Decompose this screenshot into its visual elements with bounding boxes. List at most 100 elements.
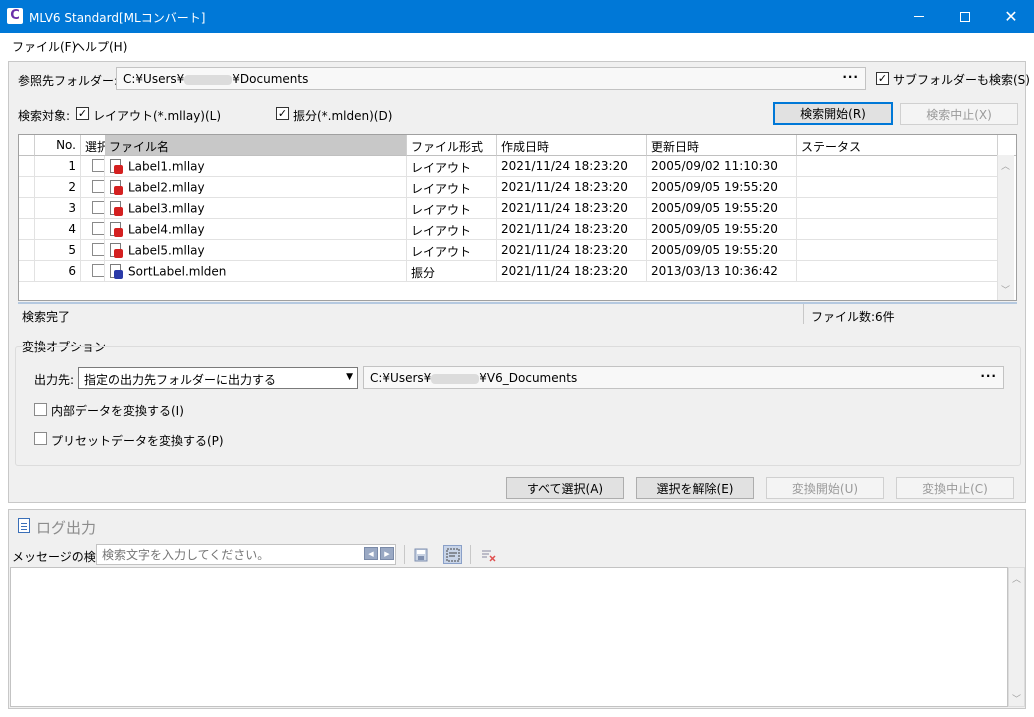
scroll-down-icon[interactable]: ﹀ (1001, 283, 1010, 296)
cell-no: 2 (35, 177, 81, 198)
cell-filetype: 振分 (407, 261, 497, 282)
cell-filetype: レイアウト (407, 240, 497, 261)
cell-no: 5 (35, 240, 81, 261)
preset-data-label: プリセットデータを変換する(P) (51, 434, 224, 448)
minimize-button[interactable] (896, 0, 942, 33)
check-icon: ✓ (77, 107, 88, 120)
filename-text: Label5.mllay (128, 243, 205, 258)
col-filetype[interactable]: ファイル形式 (407, 135, 497, 156)
row-select-checkbox[interactable] (92, 264, 104, 277)
search-prev-icon[interactable]: ◀ (364, 547, 378, 560)
cell-select[interactable] (81, 219, 105, 240)
preset-data-checkbox[interactable] (34, 432, 47, 445)
scroll-down-icon[interactable]: ﹀ (1012, 692, 1021, 705)
subfolder-checkbox[interactable]: ✓ (876, 72, 889, 85)
table-row[interactable]: 4 Label4.mllay レイアウト 2021/11/24 18:23:20 200… (19, 219, 998, 240)
search-target-label: 検索対象: (18, 109, 71, 123)
col-no[interactable]: No. (35, 135, 81, 156)
col-created[interactable]: 作成日時 (497, 135, 647, 156)
cell-select[interactable] (81, 261, 105, 282)
log-title: ログ出力 (36, 519, 97, 537)
cell-select[interactable] (81, 156, 105, 177)
cell-status (797, 240, 998, 261)
menu-help[interactable]: ヘルプ(H) (73, 38, 127, 55)
cell-filetype: レイアウト (407, 198, 497, 219)
cell-created: 2021/11/24 18:23:20 (497, 261, 647, 282)
cell-select[interactable] (81, 177, 105, 198)
convert-stop-button[interactable]: 変換中止(C) (896, 477, 1014, 499)
row-header[interactable] (19, 156, 35, 177)
toolbar-separator (404, 545, 405, 564)
col-filename[interactable]: ファイル名 (105, 135, 407, 156)
table-row[interactable]: 1 Label1.mllay レイアウト 2021/11/24 18:23:20 200… (19, 156, 998, 177)
output-label: 出力先: (34, 373, 75, 387)
layout-file-icon (109, 243, 123, 259)
search-start-button[interactable]: 検索開始(R) (773, 102, 893, 125)
cell-select[interactable] (81, 240, 105, 261)
browse-output-button[interactable]: ··· (980, 369, 997, 383)
cell-created: 2021/11/24 18:23:20 (497, 240, 647, 261)
scroll-up-icon[interactable]: ︿ (1001, 159, 1010, 172)
row-select-checkbox[interactable] (92, 243, 104, 256)
message-search-input[interactable] (96, 544, 396, 565)
cell-updated: 2013/03/13 10:36:42 (647, 261, 797, 282)
toolbar-separator (470, 545, 471, 564)
word-wrap-icon[interactable] (443, 545, 462, 564)
select-all-button[interactable]: すべて選択(A) (506, 477, 624, 499)
clear-log-icon[interactable] (478, 545, 497, 564)
row-select-checkbox[interactable] (92, 180, 104, 193)
title-bar: C MLV6 Standard[MLコンバート] ✕ (0, 0, 1034, 33)
status-text: 検索完了 (22, 310, 71, 324)
internal-data-checkbox[interactable] (34, 403, 47, 416)
internal-data-label: 内部データを変換する(I) (51, 404, 184, 418)
close-button[interactable]: ✕ (988, 0, 1034, 33)
subfolder-label: サブフォルダーも検索(S) (893, 73, 1030, 87)
table-row[interactable]: 5 Label5.mllay レイアウト 2021/11/24 18:23:20 200… (19, 240, 998, 261)
table-row[interactable]: 2 Label2.mllay レイアウト 2021/11/24 18:23:20 200… (19, 177, 998, 198)
search-next-icon[interactable]: ▶ (380, 547, 394, 560)
row-select-checkbox[interactable] (92, 201, 104, 214)
layout-file-icon (109, 180, 123, 196)
check-icon: ✓ (277, 107, 288, 120)
row-select-checkbox[interactable] (92, 222, 104, 235)
output-path-suffix: ¥V6_Documents (479, 371, 578, 385)
cell-no: 1 (35, 156, 81, 177)
ref-folder-path[interactable]: C:¥Users¥ ¥Documents ··· (116, 67, 866, 90)
layout-file-icon (109, 222, 123, 238)
search-stop-button[interactable]: 検索中止(X) (900, 103, 1018, 125)
table-row[interactable]: 3 Label3.mllay レイアウト 2021/11/24 18:23:20 200… (19, 198, 998, 219)
cell-created: 2021/11/24 18:23:20 (497, 198, 647, 219)
row-header[interactable] (19, 198, 35, 219)
deselect-button[interactable]: 選択を解除(E) (636, 477, 754, 499)
layout-checkbox[interactable]: ✓ (76, 107, 89, 120)
check-icon: ✓ (877, 72, 888, 85)
ref-folder-path-prefix: C:¥Users¥ (123, 72, 185, 86)
col-updated[interactable]: 更新日時 (647, 135, 797, 156)
row-header[interactable] (19, 261, 35, 282)
log-scrollbar[interactable]: ︿ ﹀ (1008, 567, 1025, 707)
row-select-checkbox[interactable] (92, 159, 104, 172)
row-header[interactable] (19, 219, 35, 240)
app-icon: C (7, 8, 23, 24)
scroll-up-icon[interactable]: ︿ (1012, 572, 1021, 585)
browse-folder-button[interactable]: ··· (842, 70, 859, 84)
table-row[interactable]: 6 SortLabel.mlden 振分 2021/11/24 18:23:20 201… (19, 261, 998, 282)
output-select[interactable]: 指定の出力先フォルダーに出力する ▼ (78, 367, 358, 389)
distribution-checkbox[interactable]: ✓ (276, 107, 289, 120)
grid-scrollbar[interactable]: ︿ ﹀ (997, 155, 1014, 300)
cell-updated: 2005/09/05 19:55:20 (647, 240, 797, 261)
log-output-area[interactable] (10, 567, 1008, 707)
row-header[interactable] (19, 177, 35, 198)
cell-filetype: レイアウト (407, 177, 497, 198)
menu-file[interactable]: ファイル(F) (12, 38, 76, 55)
cell-created: 2021/11/24 18:23:20 (497, 219, 647, 240)
cell-select[interactable] (81, 198, 105, 219)
output-path[interactable]: C:¥Users¥ ¥V6_Documents ··· (363, 366, 1004, 389)
save-icon[interactable] (411, 545, 430, 564)
log-document-icon (18, 518, 30, 533)
convert-start-button[interactable]: 変換開始(U) (766, 477, 884, 499)
col-status[interactable]: ステータス (797, 135, 998, 156)
cell-filetype: レイアウト (407, 156, 497, 177)
maximize-button[interactable] (942, 0, 988, 33)
row-header[interactable] (19, 240, 35, 261)
